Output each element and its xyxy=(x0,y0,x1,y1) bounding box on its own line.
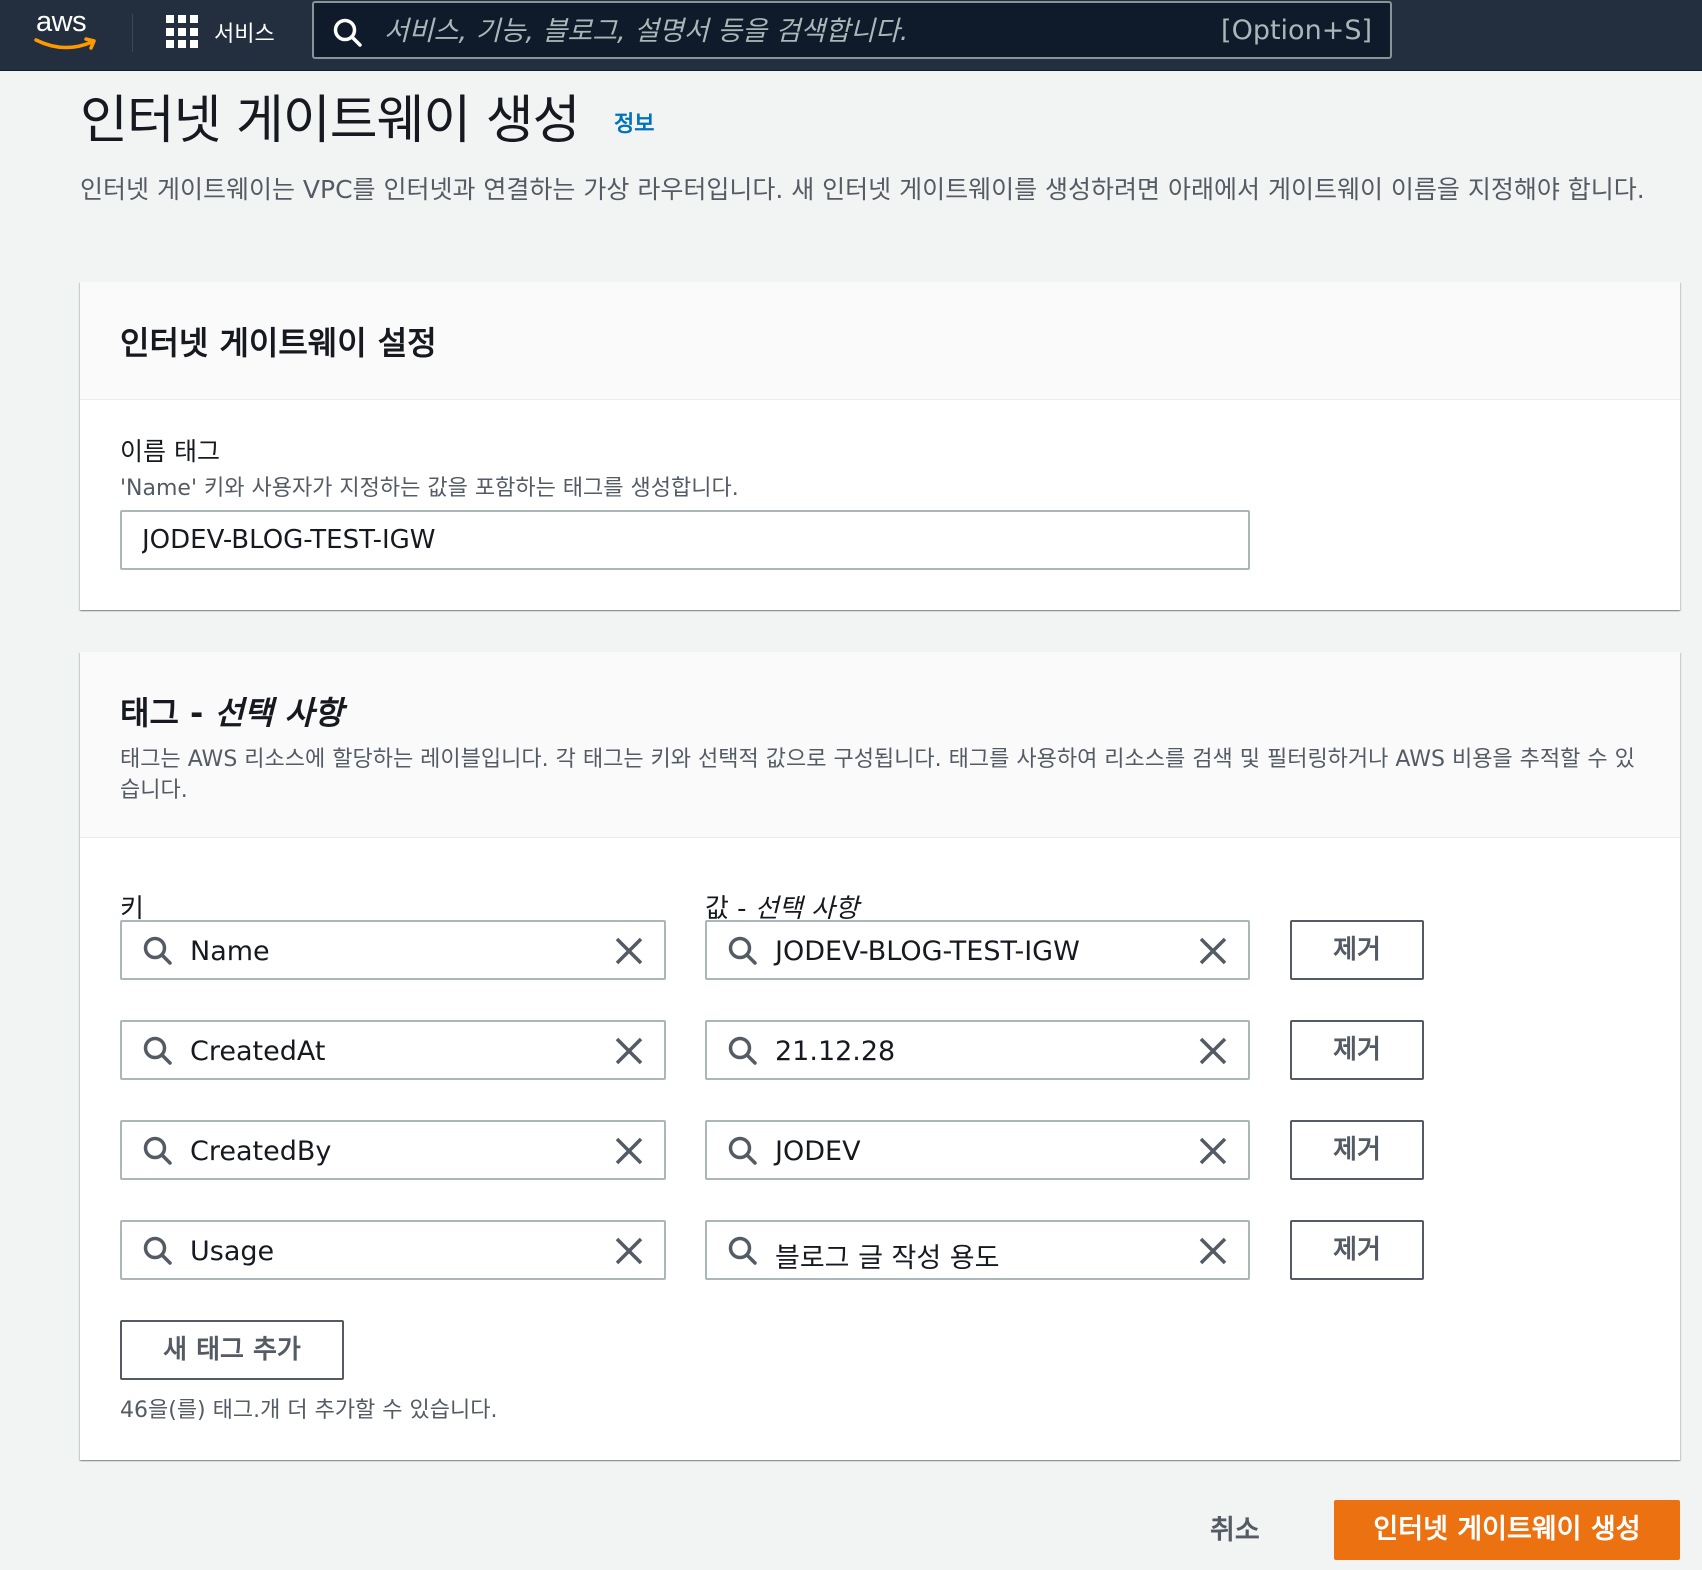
panel-header: 인터넷 게이트웨이 설정 xyxy=(80,282,1680,400)
clear-icon[interactable] xyxy=(1198,936,1228,966)
tag-value-input[interactable]: JODEV xyxy=(705,1120,1250,1180)
search-input[interactable] xyxy=(384,11,1204,51)
top-navigation: aws 서비스 [Option+S] xyxy=(0,0,1702,71)
tag-key-input[interactable]: CreatedAt xyxy=(120,1020,666,1080)
search-icon xyxy=(143,1236,172,1265)
tag-key-input[interactable]: CreatedBy xyxy=(120,1120,666,1180)
remove-tag-button[interactable]: 제거 xyxy=(1290,1220,1424,1280)
search-icon xyxy=(333,18,362,47)
remaining-tags-hint: 46을(를) 태그.개 더 추가할 수 있습니다. xyxy=(120,1398,498,1423)
search-shortcut-hint: [Option+S] xyxy=(1221,15,1372,46)
search-icon xyxy=(728,1036,757,1065)
remove-tag-button[interactable]: 제거 xyxy=(1290,1020,1424,1080)
internet-gateway-settings-panel: 인터넷 게이트웨이 설정 이름 태그 'Name' 키와 사용자가 지정하는 값… xyxy=(80,282,1680,610)
remove-tag-button[interactable]: 제거 xyxy=(1290,1120,1424,1180)
name-tag-label: 이름 태그 xyxy=(120,437,220,466)
tag-key-value: CreatedBy xyxy=(190,1136,332,1167)
clear-icon[interactable] xyxy=(1198,1136,1228,1166)
tag-value-text: JODEV-BLOG-TEST-IGW xyxy=(775,936,1080,967)
tag-value-text: 블로그 글 작성 용도 xyxy=(775,1243,1000,1274)
clear-icon[interactable] xyxy=(1198,1236,1228,1266)
aws-logo[interactable]: aws xyxy=(34,6,102,56)
tag-value-text: JODEV xyxy=(775,1136,861,1167)
settings-panel-title: 인터넷 게이트웨이 설정 xyxy=(120,324,437,362)
search-icon xyxy=(143,1036,172,1065)
clear-icon[interactable] xyxy=(614,1236,644,1266)
name-tag-description: 'Name' 키와 사용자가 지정하는 값을 포함하는 태그를 생성합니다. xyxy=(120,476,739,501)
page-title: 인터넷 게이트웨이 생성 xyxy=(80,91,580,151)
tag-key-input[interactable]: Name xyxy=(120,920,666,980)
panel-header: 태그 - 선택 사항 태그는 AWS 리소스에 할당하는 레이블입니다. 각 태… xyxy=(80,652,1680,838)
search-icon xyxy=(728,1136,757,1165)
aws-logo-text: aws xyxy=(36,6,87,38)
tags-panel: 태그 - 선택 사항 태그는 AWS 리소스에 할당하는 레이블입니다. 각 태… xyxy=(80,652,1680,1460)
remove-tag-button[interactable]: 제거 xyxy=(1290,920,1424,980)
global-search[interactable]: [Option+S] xyxy=(312,1,1392,59)
search-icon xyxy=(143,936,172,965)
tags-panel-title: 태그 - 선택 사항 xyxy=(120,688,1640,734)
tags-panel-description: 태그는 AWS 리소스에 할당하는 레이블입니다. 각 태그는 키와 선택적 값… xyxy=(120,747,1635,803)
tag-key-value: Name xyxy=(190,936,270,967)
search-icon xyxy=(728,1236,757,1265)
clear-icon[interactable] xyxy=(614,936,644,966)
tags-title-optional: 선택 사항 xyxy=(214,694,344,732)
tag-key-input[interactable]: Usage xyxy=(120,1220,666,1280)
clear-icon[interactable] xyxy=(1198,1036,1228,1066)
tag-key-value: CreatedAt xyxy=(190,1036,326,1067)
search-icon xyxy=(728,936,757,965)
tag-key-value: Usage xyxy=(190,1236,275,1267)
grid-icon xyxy=(166,15,200,49)
services-label: 서비스 xyxy=(214,22,275,47)
nav-divider xyxy=(132,14,133,52)
create-internet-gateway-button[interactable]: 인터넷 게이트웨이 생성 xyxy=(1334,1500,1680,1560)
tag-value-input[interactable]: JODEV-BLOG-TEST-IGW xyxy=(705,920,1250,980)
page-description: 인터넷 게이트웨이는 VPC를 인터넷과 연결하는 가상 라우터입니다. 새 인… xyxy=(80,175,1645,204)
clear-icon[interactable] xyxy=(614,1036,644,1066)
name-tag-input[interactable] xyxy=(120,510,1250,570)
tag-value-input[interactable]: 블로그 글 작성 용도 xyxy=(705,1220,1250,1280)
info-link[interactable]: 정보 xyxy=(614,106,654,138)
cancel-button[interactable]: 취소 xyxy=(1210,1508,1260,1547)
add-new-tag-button[interactable]: 새 태그 추가 xyxy=(120,1320,344,1380)
tags-title-main: 태그 - xyxy=(120,694,215,732)
tag-value-input[interactable]: 21.12.28 xyxy=(705,1020,1250,1080)
services-menu-button[interactable]: 서비스 xyxy=(166,12,275,52)
search-icon xyxy=(143,1136,172,1165)
tag-value-text: 21.12.28 xyxy=(775,1036,896,1067)
clear-icon[interactable] xyxy=(614,1136,644,1166)
aws-smile-icon xyxy=(34,37,96,50)
